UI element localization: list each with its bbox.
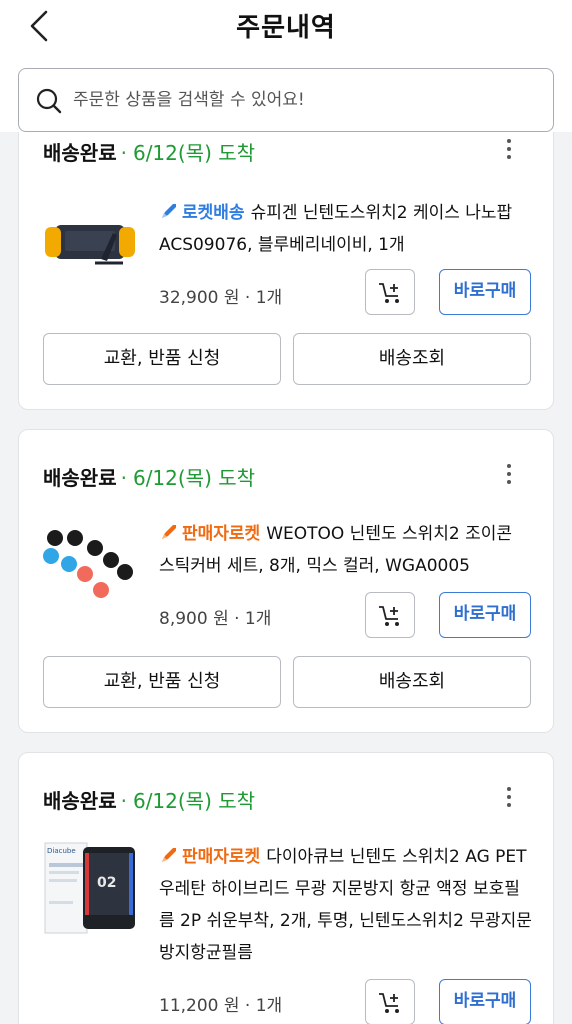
product-name[interactable]: 로켓배송 슈피겐 닌텐도스위치2 케이스 나노팝 ACS09076, 블루베리네이… xyxy=(159,197,533,261)
price-quantity: 32,900 원 · 1개 xyxy=(159,288,283,308)
order-list-viewport[interactable]: 배송완료 · 6/12(목) 도착 로켓배송 슈피겐 닌텐도스위치2 케이스 나노팝 … xyxy=(0,132,572,1024)
arrival-date: 6/12(목) 도착 xyxy=(132,789,256,813)
product-name[interactable]: 판매자로켓 WEOTOO 닌텐도 스위치2 조이콘 스틱커버 세트, 8개, 믹스… xyxy=(159,518,533,582)
track-delivery-button[interactable]: 배송조회 xyxy=(293,656,531,708)
arrival-date: 6/12(목) 도착 xyxy=(132,466,256,490)
product-thumbnail[interactable]: Diacube 02 xyxy=(41,841,137,937)
search-icon xyxy=(36,88,62,114)
status-separator: · xyxy=(120,141,127,165)
order-status-row: 배송완료 · 6/12(목) 도착 xyxy=(43,137,255,166)
product-thumbnail[interactable] xyxy=(41,522,137,618)
product-thumbnail[interactable] xyxy=(41,195,137,291)
order-card: 배송완료 · 6/12(목) 도착 Diacube 02 판매자로켓 다이아큐브 닌텐… xyxy=(18,752,554,1024)
thumb-brand: Diacube xyxy=(47,847,76,855)
add-to-cart-button[interactable] xyxy=(365,592,415,638)
cart-plus-icon xyxy=(379,993,399,1013)
price-quantity: 11,200 원 · 1개 xyxy=(159,996,283,1016)
page-title: 주문내역 xyxy=(236,13,336,43)
order-status-row: 배송완료 · 6/12(목) 도착 xyxy=(43,785,255,814)
header: 주문내역 xyxy=(0,0,572,132)
order-status-row: 배송완료 · 6/12(목) 도착 xyxy=(43,462,255,491)
delivery-status: 배송완료 xyxy=(43,466,117,490)
order-card: 배송완료 · 6/12(목) 도착 로켓배송 슈피겐 닌텐도스위치2 케이스 나노팝 … xyxy=(18,132,554,410)
thumb-screen-text: 02 xyxy=(97,875,116,891)
exchange-return-button[interactable]: 교환, 반품 신청 xyxy=(43,656,281,708)
price-quantity: 8,900 원 · 1개 xyxy=(159,609,272,629)
search-bar[interactable] xyxy=(18,68,554,132)
buy-now-button[interactable]: 바로구매 xyxy=(439,979,531,1024)
rocket-icon xyxy=(162,848,176,862)
more-options-icon[interactable] xyxy=(503,139,515,165)
add-to-cart-button[interactable] xyxy=(365,269,415,315)
delivery-status: 배송완료 xyxy=(43,141,117,165)
status-separator: · xyxy=(120,789,127,813)
search-input[interactable] xyxy=(73,81,533,119)
rocket-icon xyxy=(162,525,176,539)
seller-rocket-badge: 판매자로켓 xyxy=(182,847,261,867)
seller-rocket-badge: 판매자로켓 xyxy=(182,524,261,544)
arrival-date: 6/12(목) 도착 xyxy=(132,141,256,165)
order-list: 배송완료 · 6/12(목) 도착 로켓배송 슈피겐 닌텐도스위치2 케이스 나노팝 … xyxy=(0,132,572,1024)
exchange-return-button[interactable]: 교환, 반품 신청 xyxy=(43,333,281,385)
cart-plus-icon xyxy=(379,606,399,626)
rocket-icon xyxy=(162,204,176,218)
rocket-delivery-badge: 로켓배송 xyxy=(182,203,245,223)
product-name[interactable]: 판매자로켓 다이아큐브 닌텐도 스위치2 AG PET 우레탄 하이브리드 무광 … xyxy=(159,841,533,969)
cart-plus-icon xyxy=(379,283,399,303)
more-options-icon[interactable] xyxy=(503,464,515,490)
buy-now-button[interactable]: 바로구매 xyxy=(439,592,531,638)
add-to-cart-button[interactable] xyxy=(365,979,415,1024)
buy-now-button[interactable]: 바로구매 xyxy=(439,269,531,315)
order-card: 배송완료 · 6/12(목) 도착 판매자로켓 WEOTOO 닌텐도 스위치2 조이콘… xyxy=(18,429,554,733)
track-delivery-button[interactable]: 배송조회 xyxy=(293,333,531,385)
more-options-icon[interactable] xyxy=(503,787,515,813)
delivery-status: 배송완료 xyxy=(43,789,117,813)
status-separator: · xyxy=(120,466,127,490)
